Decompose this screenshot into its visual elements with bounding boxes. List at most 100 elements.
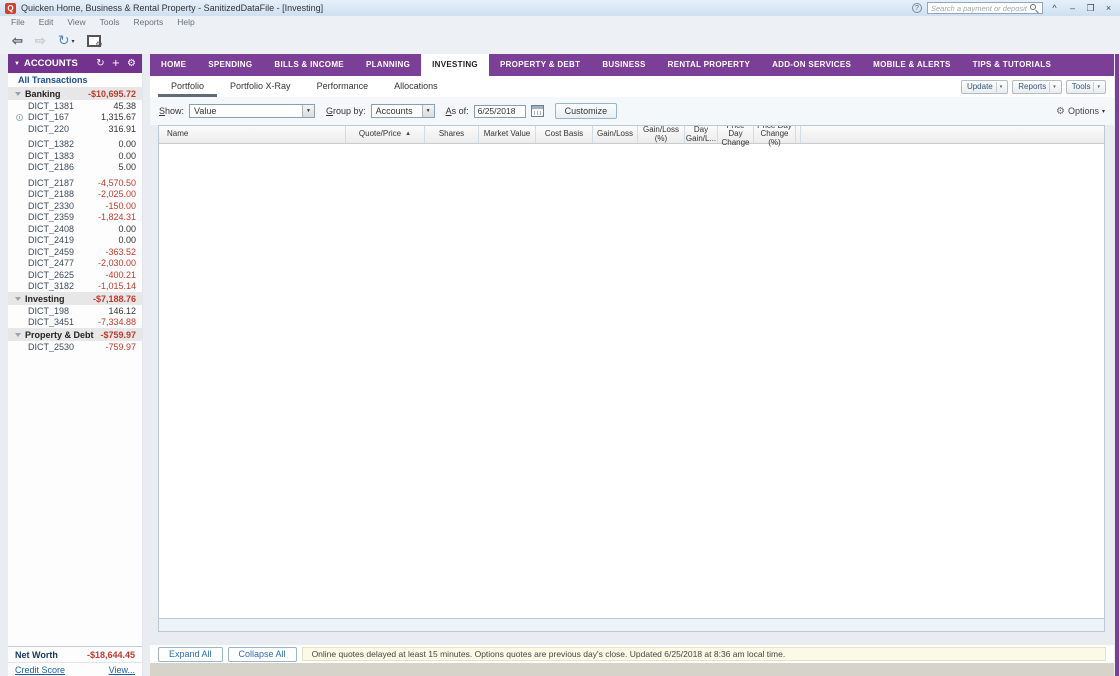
credit-score-link[interactable]: Credit Score (15, 665, 65, 675)
tab-tips-tutorials[interactable]: TIPS & TUTORIALS (962, 54, 1062, 76)
account-name: DICT_1383 (28, 151, 74, 161)
column-header-gain-loss[interactable]: Gain/Loss (593, 126, 638, 143)
subtab-portfolio-x-ray[interactable]: Portfolio X-Ray (217, 76, 304, 97)
refresh-accounts-icon[interactable]: ↻ (96, 58, 104, 69)
account-value: -1,015.14 (98, 281, 136, 291)
menu-view[interactable]: View (60, 17, 92, 27)
sidebar-item-dict-1383[interactable]: DICT_13830.00 (8, 150, 142, 162)
sidebar-group-value: -$7,188.76 (93, 294, 136, 304)
sidebar-group-banking[interactable]: Banking-$10,695.72 (8, 87, 142, 100)
minimize-button[interactable]: – (1066, 2, 1079, 14)
column-header-shares[interactable]: Shares (425, 126, 479, 143)
calendar-icon[interactable] (531, 105, 544, 117)
sidebar-item-dict-2187[interactable]: DICT_2187-4,570.50 (8, 177, 142, 189)
show-label: Show: (159, 106, 184, 116)
chevron-down-icon[interactable]: ▼ (302, 105, 314, 117)
tab-investing[interactable]: INVESTING (421, 54, 489, 76)
portfolio-filter-bar: Show: Value ▼ Group by: Accounts ▼ As of… (150, 97, 1114, 125)
sidebar-group-label: Banking (25, 89, 61, 99)
column-header-quote-price[interactable]: Quote/Price▲ (346, 126, 425, 143)
toolbar: ⇦ ⇨ ↻ ▾ ⚙ (0, 28, 1120, 54)
close-button[interactable]: × (1102, 2, 1115, 14)
tab-rental-property[interactable]: RENTAL PROPERTY (657, 54, 761, 76)
tab-business[interactable]: BUSINESS (591, 54, 656, 76)
menu-file[interactable]: File (4, 17, 32, 27)
sidebar-item-dict-3182[interactable]: DICT_3182-1,015.14 (8, 281, 142, 293)
sidebar-item-dict-220[interactable]: DICT_220316.91 (8, 123, 142, 135)
accounts-header[interactable]: ▼ ACCOUNTS ↻ + ⚙ (8, 54, 142, 73)
menu-tools[interactable]: Tools (93, 17, 127, 27)
sidebar-item-dict-2477[interactable]: DICT_2477-2,030.00 (8, 258, 142, 270)
column-header-name[interactable]: Name (159, 126, 346, 143)
column-header-cost-basis[interactable]: Cost Basis (536, 126, 593, 143)
sidebar-item-dict-2330[interactable]: DICT_2330-150.00 (8, 200, 142, 212)
column-header-price-day-change[interactable]: Price Day Change (%) (754, 126, 796, 143)
tab-mobile-alerts[interactable]: MOBILE & ALERTS (862, 54, 962, 76)
menu-help[interactable]: Help (170, 17, 201, 27)
options-button[interactable]: ⚙ Options ▾ (1056, 106, 1105, 117)
help-icon[interactable]: ? (912, 3, 922, 13)
menu-edit[interactable]: Edit (32, 17, 61, 27)
tools-button[interactable]: Tools▾ (1066, 80, 1106, 94)
sidebar-group-property-debt[interactable]: Property & Debt-$759.97 (8, 328, 142, 341)
sidebar-item-dict-2359[interactable]: DICT_2359-1,824.31 (8, 212, 142, 224)
sidebar-item-dict-2530[interactable]: DICT_2530-759.97 (8, 341, 142, 353)
investing-subnav: PortfolioPortfolio X-RayPerformanceAlloc… (150, 76, 1114, 97)
sidebar-item-dict-2419[interactable]: DICT_24190.00 (8, 235, 142, 247)
sidebar-item-dict-167[interactable]: DICT_1671,315.67 (8, 112, 142, 124)
one-step-update-button[interactable]: ↻ ▾ (58, 33, 75, 49)
sidebar-item-dict-2459[interactable]: DICT_2459-363.52 (8, 246, 142, 258)
chevron-down-icon: ▾ (72, 38, 75, 45)
tab-add-on-services[interactable]: ADD-ON SERVICES (761, 54, 862, 76)
sidebar-item-dict-2186[interactable]: DICT_21865.00 (8, 162, 142, 174)
restore-button[interactable]: ❐ (1084, 2, 1097, 14)
account-name: DICT_3451 (28, 317, 74, 327)
add-account-icon[interactable]: + (112, 58, 120, 69)
refresh-icon: ↻ (58, 33, 70, 49)
collapse-all-button[interactable]: Collapse All (228, 647, 297, 662)
sidebar-item-dict-2188[interactable]: DICT_2188-2,025.00 (8, 189, 142, 201)
tab-home[interactable]: HOME (150, 54, 197, 76)
sidebar-item-all-transactions[interactable]: All Transactions (8, 73, 142, 87)
sidebar-item-dict-3451[interactable]: DICT_3451-7,334.88 (8, 317, 142, 329)
search-input[interactable]: Search a payment or deposit (927, 2, 1043, 14)
back-button[interactable]: ⇦ (12, 33, 23, 49)
account-name: DICT_2188 (28, 189, 74, 199)
sidebar-item-dict-2408[interactable]: DICT_24080.00 (8, 223, 142, 235)
as-of-date-input[interactable] (474, 105, 526, 118)
reports-button[interactable]: Reports▾ (1012, 80, 1062, 94)
sidebar-item-dict-198[interactable]: DICT_198146.12 (8, 305, 142, 317)
sidebar-group-investing[interactable]: Investing-$7,188.76 (8, 292, 142, 305)
chevron-down-icon[interactable]: ▼ (422, 105, 434, 117)
tab-planning[interactable]: PLANNING (355, 54, 421, 76)
show-dropdown[interactable]: Value ▼ (189, 104, 315, 118)
expand-all-button[interactable]: Expand All (158, 647, 223, 662)
subtab-allocations[interactable]: Allocations (381, 76, 451, 97)
column-header-gain-loss[interactable]: Gain/Loss (%) (638, 126, 685, 143)
column-header-market-value[interactable]: Market Value (479, 126, 536, 143)
spacer (150, 632, 1114, 645)
customize-button[interactable]: Customize (555, 103, 618, 119)
title-bar: Q Quicken Home, Business & Rental Proper… (0, 0, 1120, 16)
forward-button[interactable]: ⇨ (35, 33, 46, 49)
accounts-gear-icon[interactable]: ⚙ (127, 58, 136, 69)
sidebar-item-dict-1382[interactable]: DICT_13820.00 (8, 139, 142, 151)
credit-score-view-link[interactable]: View... (109, 665, 135, 675)
search-icon[interactable] (1030, 4, 1039, 13)
tab-bills-income[interactable]: BILLS & INCOME (263, 54, 355, 76)
subtab-portfolio[interactable]: Portfolio (158, 76, 217, 97)
column-header-day-gain-l[interactable]: Day Gain/L... (685, 126, 718, 143)
column-header-price-day-change[interactable]: Price Day Change (718, 126, 754, 143)
window-bottom-strip (150, 663, 1114, 676)
accounts-sidebar: ▼ ACCOUNTS ↻ + ⚙ All Transactions Bankin… (8, 54, 143, 676)
update-button[interactable]: Update▾ (961, 80, 1008, 94)
view-settings-icon[interactable]: ⚙ (87, 35, 101, 47)
menu-reports[interactable]: Reports (126, 17, 170, 27)
tab-spending[interactable]: SPENDING (197, 54, 263, 76)
group-by-dropdown[interactable]: Accounts ▼ (371, 104, 435, 118)
tab-property-debt[interactable]: PROPERTY & DEBT (489, 54, 591, 76)
sidebar-item-dict-1381[interactable]: DICT_138145.38 (8, 100, 142, 112)
subtab-performance[interactable]: Performance (304, 76, 382, 97)
sidebar-item-dict-2625[interactable]: DICT_2625-400.21 (8, 269, 142, 281)
collapse-window-button[interactable]: ^ (1048, 2, 1061, 14)
